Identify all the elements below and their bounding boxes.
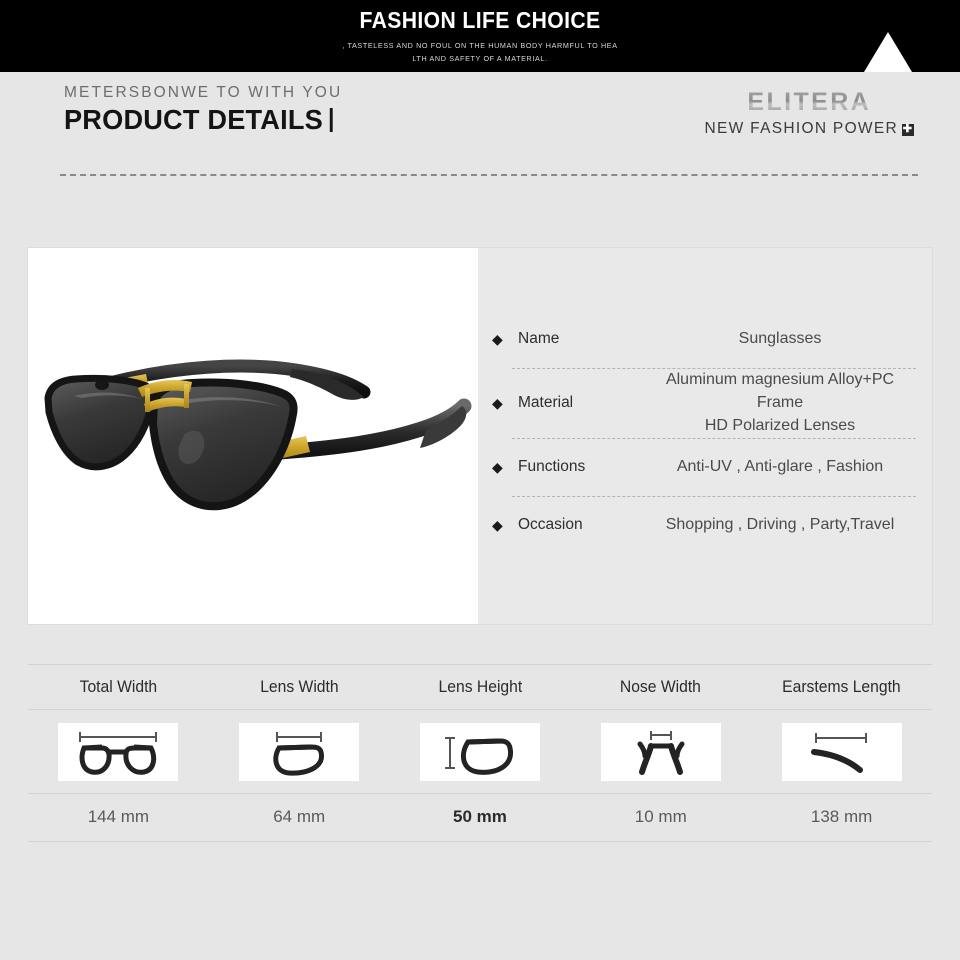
banner-subtitle-line-2: LTH AND SAFETY OF A MATERIAL. xyxy=(412,54,548,63)
table-divider xyxy=(28,841,932,842)
measurement-header: Total Width xyxy=(79,678,158,696)
measurement-icon-cell xyxy=(570,710,751,793)
measurement-header: Lens Width xyxy=(259,678,339,696)
total-width-diagram-icon xyxy=(58,723,179,781)
triangle-icon xyxy=(864,32,912,72)
diamond-bullet-icon: ◆ xyxy=(492,458,503,475)
measurement-icon-cell xyxy=(751,710,932,793)
measurement-icon-cell xyxy=(390,710,571,793)
spec-value-line-2: HD Polarized Lenses xyxy=(704,417,856,435)
banner-title: FASHION LIFE CHOICE xyxy=(359,7,601,33)
brand-name: ELITERA xyxy=(705,88,914,117)
measurement-value: 138 mm xyxy=(810,807,873,826)
measurement-header: Nose Width xyxy=(620,678,702,696)
measurement-value: 10 mm xyxy=(634,807,687,826)
product-detail-panel: ◆ Name Sunglasses ◆ Material Aluminum ma… xyxy=(28,248,932,624)
product-photo xyxy=(28,248,478,624)
spec-label: Name xyxy=(518,330,560,347)
spec-value: Shopping , Driving , Party,Travel xyxy=(665,515,895,533)
measurement-icon-cell xyxy=(28,710,209,793)
spec-row: ◆ Functions Anti-UV , Anti-glare , Fashi… xyxy=(478,437,932,496)
spec-row: ◆ Material Aluminum magnesium Alloy+PC F… xyxy=(478,368,932,438)
brand-tagline-text: NEW FASHION POWER xyxy=(704,120,898,137)
earstems-length-diagram-icon xyxy=(781,723,902,781)
measurement-table: Total Width Lens Width Lens Height Nose … xyxy=(28,664,932,842)
measurement-value: 50 mm xyxy=(453,807,507,826)
page-header: METERSBONWE TO WITH YOU PRODUCT DETAILS … xyxy=(0,72,960,180)
spec-label: Material xyxy=(518,393,574,411)
diamond-bullet-icon: ◆ xyxy=(492,331,503,347)
measurement-header: Earstems Length xyxy=(782,678,901,696)
spec-value: Sunglasses xyxy=(738,330,822,348)
brand-tagline: NEW FASHION POWER ✚ xyxy=(705,120,914,138)
header-titles: METERSBONWE TO WITH YOU PRODUCT DETAILS xyxy=(64,84,342,136)
sunglasses-illustration xyxy=(44,359,472,511)
diamond-bullet-icon: ◆ xyxy=(492,516,503,533)
page-title: PRODUCT DETAILS xyxy=(64,104,334,136)
measurement-value-row: 144 mm 64 mm 50 mm 10 mm 138 mm xyxy=(28,794,932,841)
lens-width-diagram-icon xyxy=(239,723,360,781)
measurement-icon-row xyxy=(28,710,932,793)
page-title-text: PRODUCT DETAILS xyxy=(64,104,323,135)
header-eyebrow: METERSBONWE TO WITH YOU xyxy=(64,84,343,101)
measurement-value: 144 mm xyxy=(87,807,150,826)
brand-block: ELITERA NEW FASHION POWER ✚ xyxy=(705,88,914,138)
diamond-bullet-icon: ◆ xyxy=(492,394,503,411)
lens-height-diagram-icon xyxy=(419,723,540,781)
measurement-icon-cell xyxy=(209,710,390,793)
header-divider xyxy=(60,174,918,176)
measurement-header: Lens Height xyxy=(438,678,522,696)
spec-list: ◆ Name Sunglasses ◆ Material Aluminum ma… xyxy=(478,248,932,624)
nose-width-diagram-icon xyxy=(600,723,721,781)
plus-icon: ✚ xyxy=(902,123,914,136)
measurement-value: 64 mm xyxy=(273,807,326,826)
spec-value-line-1: Aluminum magnesium Alloy+PC Frame xyxy=(665,371,895,412)
spec-row: ◆ Name Sunglasses xyxy=(478,310,932,368)
spec-value: Anti-UV , Anti-glare , Fashion xyxy=(676,457,884,475)
title-caret-icon xyxy=(329,108,333,132)
spec-label: Functions xyxy=(518,457,586,475)
spec-row: ◆ Occasion Shopping , Driving , Party,Tr… xyxy=(478,495,932,554)
measurement-header-row: Total Width Lens Width Lens Height Nose … xyxy=(28,665,932,709)
spec-value: Aluminum magnesium Alloy+PC Frame HD Pol… xyxy=(644,368,932,438)
spec-label: Occasion xyxy=(518,515,583,533)
banner-subtitle-line-1: , TASTELESS AND NO FOUL ON THE HUMAN BOD… xyxy=(342,41,618,50)
top-banner: FASHION LIFE CHOICE , TASTELESS AND NO F… xyxy=(0,0,960,72)
